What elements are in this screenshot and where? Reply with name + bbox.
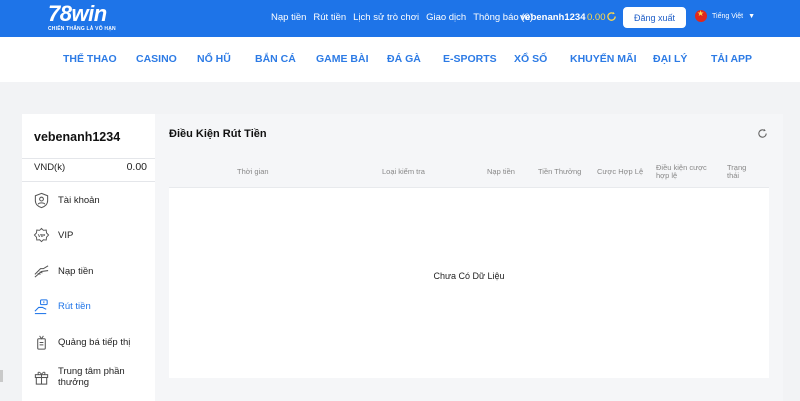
nav-item-fishing[interactable]: BẮN CÁ (255, 53, 296, 65)
wallet-amount: 0.00 (126, 161, 147, 173)
nav-item-lottery[interactable]: XỔ SỐ (514, 53, 547, 65)
conditions-table: Thời gian Loại kiểm tra Nạp tiền Tiền Th… (169, 156, 769, 378)
header-link-game-history[interactable]: Lịch sử trò chơi (353, 12, 419, 23)
refresh-icon[interactable] (757, 128, 768, 139)
column-header: Thời gian (237, 167, 269, 176)
column-header: Loại kiểm tra (382, 167, 425, 176)
sidebar-item-vip[interactable]: VIP VIP (33, 227, 73, 244)
user-shield-icon (34, 192, 49, 209)
chevron-down-icon: ▼ (748, 12, 756, 20)
sidebar-item-label: Nạp tiền (58, 266, 94, 277)
header-username: vebenanh1234 (520, 12, 586, 23)
vip-badge-icon: VIP (33, 227, 50, 243)
sidebar-item-label: VIP (58, 230, 74, 241)
sidebar-item-rewards[interactable]: Trung tâm phần thưởng (33, 366, 138, 388)
divider (22, 158, 155, 159)
vietnam-flag-icon (695, 10, 707, 22)
brand-name: 78win (48, 1, 107, 26)
sidebar-item-label: Tài khoản (58, 195, 100, 206)
column-header: Tiền Thưởng (538, 167, 582, 176)
page-title: Điều Kiện Rút Tiền (169, 128, 267, 140)
sidebar-item-account[interactable]: Tài khoản (33, 192, 100, 209)
column-header: Cược Hợp Lệ (597, 167, 644, 176)
sidebar-item-label: Quảng bá tiếp thị (58, 337, 131, 348)
nav-item-card-games[interactable]: GAME BÀI (316, 53, 369, 65)
marketing-icon (37, 335, 46, 350)
gift-icon (34, 371, 49, 385)
refresh-icon[interactable] (606, 11, 617, 22)
account-sidebar: vebenanh1234 VND(k) 0.00 Tài khoản VIP V… (22, 114, 155, 401)
column-header: Nạp tiền (487, 167, 515, 176)
main-nav: THỂ THAO CASINO NỔ HŨ BẮN CÁ GAME BÀI ĐÁ… (0, 37, 800, 82)
nav-item-slots[interactable]: NỔ HŨ (197, 53, 231, 65)
sidebar-item-label: Trung tâm phần thưởng (58, 366, 125, 388)
divider (22, 181, 155, 182)
sidebar-username: vebenanh1234 (34, 130, 121, 144)
language-label: Tiếng Việt (712, 12, 744, 20)
sidebar-item-label: Rút tiền (58, 301, 91, 312)
empty-state-text: Chưa Có Dữ Liệu (433, 271, 505, 281)
brand-tagline: CHIẾN THẮNG LÀ VÔ HẠN (48, 26, 116, 32)
nav-item-casino[interactable]: CASINO (136, 53, 177, 65)
header-balance: 0.00 (587, 12, 606, 23)
sidebar-item-deposit[interactable]: Nạp tiền (33, 263, 93, 280)
language-selector[interactable]: Tiếng Việt ▼ (695, 10, 755, 22)
nav-item-esports[interactable]: E-SPORTS (443, 53, 497, 65)
column-header: Trạng thái (727, 163, 747, 180)
nav-item-cockfight[interactable]: ĐÁ GÀ (387, 53, 421, 65)
header-link-deposit[interactable]: Nạp tiền (271, 12, 306, 23)
top-bar: 78win CHIẾN THẮNG LÀ VÔ HẠN Nạp tiền Rút… (0, 0, 800, 37)
header-links: Nạp tiền Rút tiền Lịch sử trò chơi Giao … (271, 12, 540, 23)
sidebar-item-withdraw[interactable]: Rút tiền (33, 298, 91, 315)
scroll-edge-marker (0, 370, 3, 382)
header-link-transactions[interactable]: Giao dịch (426, 12, 466, 23)
currency-label: VND(k) (34, 162, 66, 173)
nav-item-sports[interactable]: THỂ THAO (63, 53, 117, 65)
svg-text:VIP: VIP (38, 233, 46, 239)
nav-item-promotions[interactable]: KHUYẾN MÃI (570, 53, 637, 65)
header-link-withdraw[interactable]: Rút tiền (313, 12, 346, 23)
withdraw-conditions-panel: Điều Kiện Rút Tiền Thời gian Loại kiểm t… (155, 114, 783, 401)
withdraw-icon (34, 299, 48, 315)
logout-button[interactable]: Đăng xuất (623, 7, 686, 28)
sidebar-item-marketing[interactable]: Quảng bá tiếp thị (33, 334, 130, 351)
deposit-icon (34, 265, 49, 278)
column-header: Điều kiện cược hợp lệ (656, 163, 707, 180)
table-header: Thời gian Loại kiểm tra Nạp tiền Tiền Th… (169, 156, 769, 188)
brand-logo[interactable]: 78win CHIẾN THẮNG LÀ VÔ HẠN (48, 3, 116, 33)
nav-item-download-app[interactable]: TẢI APP (711, 53, 752, 65)
nav-item-agency[interactable]: ĐẠI LÝ (653, 53, 687, 65)
